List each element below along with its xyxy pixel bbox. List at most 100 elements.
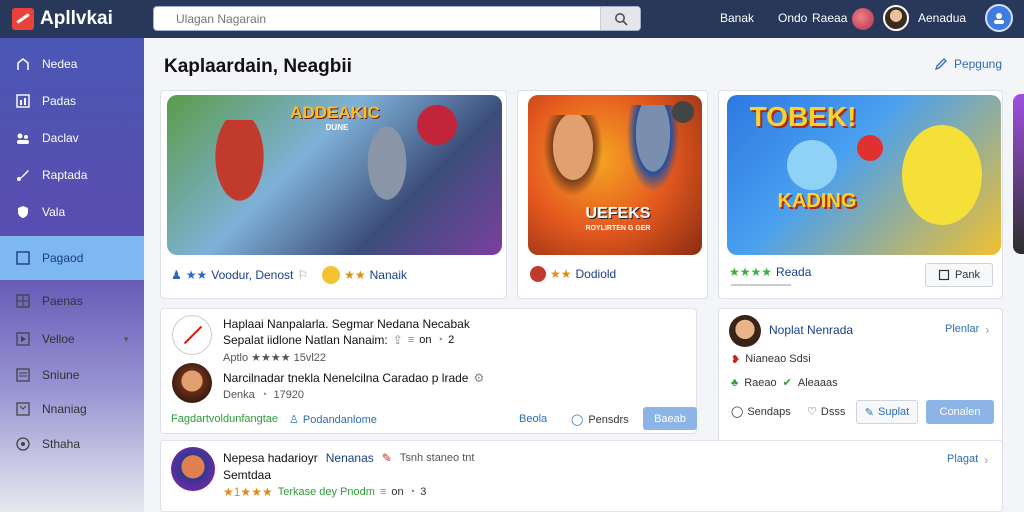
sidebar-item-nedea[interactable]: Nedea bbox=[0, 49, 144, 79]
fist-icon bbox=[417, 105, 457, 145]
featured-meta-text-2[interactable]: Nanaik bbox=[370, 268, 407, 282]
search-box bbox=[153, 6, 641, 31]
red-ball-icon bbox=[857, 135, 883, 161]
side-card-line-2-text: Nianeao Sdsi bbox=[745, 353, 811, 365]
sidebar-item-label: Padas bbox=[42, 94, 77, 108]
comments-button[interactable]: ◯ Pensdrs bbox=[571, 413, 629, 427]
timer-icon: ◔ bbox=[436, 334, 444, 346]
search-button[interactable] bbox=[600, 7, 640, 30]
reply-meta: Denka ◔ 17920 bbox=[223, 389, 304, 401]
post-rating-line: Aptlo ★★★★ 15vl22 bbox=[223, 352, 327, 364]
post-2-link-label: Plagat bbox=[947, 453, 979, 465]
topnav-link-3[interactable]: Raeaa bbox=[812, 11, 847, 25]
sidebar-item-sniune[interactable]: Sniune bbox=[0, 360, 144, 390]
heart-icon: ❥ bbox=[731, 354, 741, 366]
account-menu-icon[interactable] bbox=[985, 4, 1013, 32]
bookmark-icon bbox=[938, 269, 950, 281]
user-avatar-icon bbox=[530, 266, 546, 282]
post-footer-tag[interactable]: Fagdartvoldunfangtae bbox=[171, 413, 278, 425]
app-logo[interactable]: Apllvkai bbox=[12, 7, 113, 31]
reply-meta-count: 17920 bbox=[273, 389, 305, 401]
feed-post-2[interactable]: Nepesa hadarioyr Nenanas ✎ Tsnh staneo t… bbox=[160, 440, 1003, 512]
search-input[interactable] bbox=[154, 7, 594, 30]
topnav-link-2[interactable]: Ondo bbox=[778, 11, 807, 25]
featured-art-title: TOBEK! bbox=[749, 101, 857, 132]
bookmark-button[interactable]: Pank bbox=[925, 263, 993, 287]
featured-card-1[interactable]: ADDEAKIC DUNE ♟ ★★ Voodur, Denost ⚐ ★★ N… bbox=[160, 90, 507, 299]
featured-meta-text[interactable]: Reada bbox=[776, 265, 811, 279]
side-card-avatar bbox=[729, 315, 761, 347]
feed-post-1[interactable]: Haplaai Nanpalarla. Segmar Nedana Necaba… bbox=[160, 308, 697, 434]
user-name[interactable]: Aenadua bbox=[918, 11, 966, 25]
featured-card-2[interactable]: UEFEKS ROYLIRTEN G GER ★★ Dodiold bbox=[517, 90, 708, 299]
carousel-next-peek[interactable] bbox=[1013, 94, 1024, 254]
featured-art-2[interactable]: UEFEKS ROYLIRTEN G GER bbox=[528, 95, 702, 255]
topnav-link-1[interactable]: Banak bbox=[720, 11, 754, 25]
notification-avatar-icon[interactable] bbox=[852, 8, 874, 30]
sidebar-item-paenas[interactable]: Paenas bbox=[0, 286, 144, 316]
featured-art-1[interactable]: ADDEAKIC DUNE bbox=[167, 95, 502, 255]
side-card-action-1[interactable]: ◯ Sendaps bbox=[731, 405, 791, 419]
side-card-name[interactable]: Noplat Nenrada bbox=[769, 323, 853, 337]
check-icon: ✔ bbox=[782, 377, 792, 389]
post-footer-mid[interactable]: ♙ Podandanlome bbox=[289, 413, 377, 427]
post-title[interactable]: Haplaai Nanpalarla. Segmar Nedana Necaba… bbox=[223, 317, 470, 331]
help-icon bbox=[16, 437, 30, 451]
post-2-stat-label: on bbox=[391, 486, 404, 498]
list-icon: ≡ bbox=[407, 334, 415, 346]
sidebar-item-padas[interactable]: Padas bbox=[0, 86, 144, 116]
sidebar-item-daclav[interactable]: Daclav bbox=[0, 123, 144, 153]
top-action-link[interactable]: Pepgung bbox=[934, 57, 1002, 71]
featured-meta-text[interactable]: Voodur, Denost bbox=[211, 268, 293, 282]
side-card-primary-button[interactable]: Conalen bbox=[926, 400, 994, 424]
side-card-link[interactable]: Plenlar › bbox=[945, 323, 989, 337]
post-stat-count: 2 bbox=[448, 334, 455, 346]
side-card-line-2: ❥ Nianeao Sdsi bbox=[731, 353, 811, 366]
post-2-title[interactable]: Nepesa hadarioyr Nenanas ✎ Tsnh staneo t… bbox=[223, 451, 474, 465]
reply-text[interactable]: Narcilnadar tnekla Nenelcilna Caradao p … bbox=[223, 371, 468, 385]
side-card-line-3a: Raeao bbox=[744, 376, 777, 389]
post-subline-text: Sepalat iidlone Natlan Nanaim: bbox=[223, 333, 388, 347]
crown-badge-icon bbox=[672, 101, 694, 123]
post-2-meta: ★1★★★ Terkase dey Pnodm ≡ on ◔ 3 bbox=[223, 485, 426, 499]
post-2-meta-text: Terkase dey Pnodm bbox=[277, 486, 375, 498]
sidebar-item-vala[interactable]: Vala bbox=[0, 197, 144, 227]
logo-mark-icon bbox=[12, 8, 34, 30]
search-icon bbox=[614, 12, 628, 26]
post-2-link[interactable]: Plagat › bbox=[947, 453, 988, 467]
sidebar-item-sthaha[interactable]: Sthaha bbox=[0, 429, 144, 459]
reply-meta-label: Denka bbox=[223, 389, 255, 401]
featured-art-3[interactable]: TOBEK! KADING bbox=[727, 95, 1001, 255]
reply-line: Narcilnadar tnekla Nenelcilna Caradao p … bbox=[223, 371, 484, 385]
featured-meta-3: ★★★★ Reada bbox=[729, 265, 811, 279]
sidebar-item-nnaniag[interactable]: Nnaniag bbox=[0, 394, 144, 424]
clock-avatar-icon bbox=[172, 315, 212, 355]
boy-character-icon bbox=[538, 115, 608, 205]
comment-icon: ◯ bbox=[571, 414, 584, 426]
side-card-action-2[interactable]: ♡ Dsss bbox=[807, 405, 845, 419]
post-2-title-tail: Tsnh staneo tnt bbox=[399, 452, 475, 464]
timer-icon: ◔ bbox=[408, 486, 416, 498]
user-icon: ♙ bbox=[289, 414, 299, 426]
book-icon bbox=[16, 402, 30, 416]
settings-icon[interactable]: ⚙ bbox=[473, 371, 484, 385]
sidebar-item-raptada[interactable]: Raptada bbox=[0, 160, 144, 190]
post-footer-link[interactable]: Beola bbox=[519, 413, 547, 425]
expand-caret-icon[interactable]: ▾ bbox=[124, 334, 129, 345]
emoji-avatar-icon bbox=[322, 266, 341, 284]
post-action-button[interactable]: Baeab bbox=[643, 407, 697, 430]
side-card-edit-button[interactable]: ✎ Suplat bbox=[856, 400, 918, 424]
featured-art-title: UEFEKS bbox=[585, 205, 651, 222]
sidebar-item-velloe[interactable]: Velloe ▾ bbox=[0, 324, 144, 354]
sidebar-item-pagaod[interactable]: Pagaod bbox=[0, 236, 144, 280]
brush-icon bbox=[17, 170, 29, 181]
top-bar: Apllvkai Banak Ondo Raeaa Aenadua bbox=[0, 0, 1024, 38]
rating-stars-icon: ★★ bbox=[344, 268, 366, 282]
user-avatar[interactable] bbox=[883, 5, 909, 31]
bookmark-button-label: Pank bbox=[954, 269, 981, 281]
featured-card-3[interactable]: TOBEK! KADING ★★★★ Reada Pank bbox=[718, 90, 1003, 299]
featured-meta-text[interactable]: Dodiold bbox=[576, 267, 617, 281]
meta-divider bbox=[731, 284, 791, 286]
home-icon bbox=[17, 58, 29, 70]
featured-art-subtitle: DUNE bbox=[325, 123, 349, 132]
